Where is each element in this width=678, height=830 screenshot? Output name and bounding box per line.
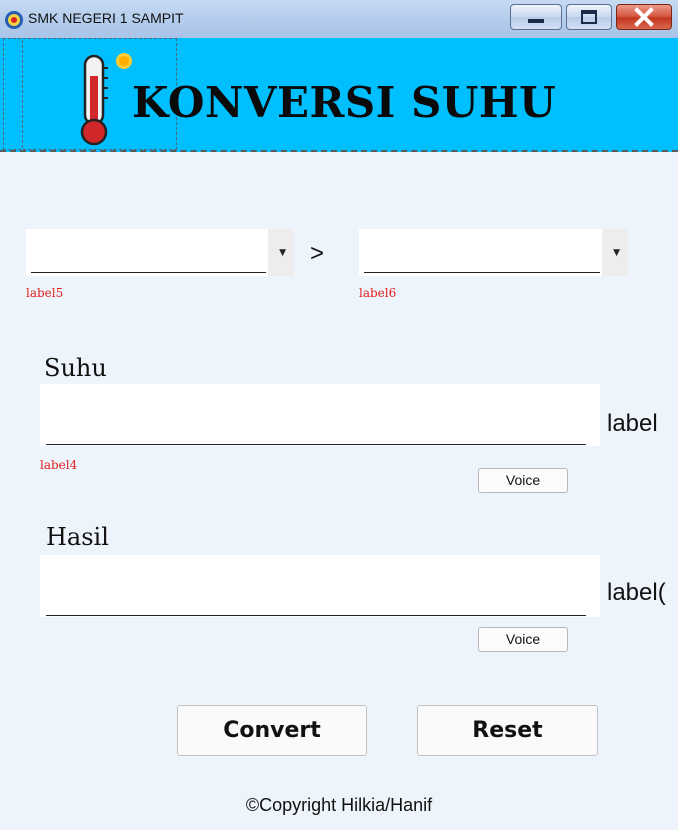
school-logo-icon [5,11,23,29]
from-unit-select[interactable]: ▼ [26,229,294,276]
suhu-voice-button[interactable]: Voice [478,468,568,493]
window-titlebar: SMK NEGERI 1 SAMPIT [0,0,678,39]
maximize-button[interactable] [566,4,612,30]
hasil-output-underline [46,615,586,616]
minimize-button[interactable] [510,4,562,30]
reset-button[interactable]: Reset [417,705,598,756]
from-unit-status-label: label5 [26,286,64,300]
hasil-unit-label: label( [607,579,666,606]
suhu-input-underline [46,444,586,445]
from-unit-dropdown-button[interactable]: ▼ [268,229,294,276]
maximize-icon [581,10,597,24]
to-unit-underline [364,272,600,273]
suhu-status-label: label4 [40,458,78,472]
copyright-text: ©Copyright Hilkia/Hanif [245,795,433,815]
header-banner: KONVERSI SUHU [0,38,678,152]
hasil-label: Hasil [46,523,109,551]
app-title: KONVERSI SUHU [132,78,557,127]
close-button[interactable] [616,4,672,30]
conversion-arrow: > [310,240,325,267]
chevron-down-icon: ▼ [279,248,286,258]
to-unit-status-label: label6 [359,286,397,300]
hasil-output[interactable] [40,555,600,617]
suhu-input[interactable] [40,384,600,446]
to-unit-select[interactable]: ▼ [359,229,628,276]
minimize-icon [528,19,544,23]
suhu-label: Suhu [44,354,107,382]
to-unit-dropdown-button[interactable]: ▼ [602,229,628,276]
close-icon [634,7,654,27]
convert-button[interactable]: Convert [177,705,367,756]
suhu-unit-label: label [607,410,658,437]
window-title: SMK NEGERI 1 SAMPIT [28,10,184,26]
chevron-down-icon: ▼ [613,248,620,258]
hasil-voice-button[interactable]: Voice [478,627,568,652]
from-unit-underline [31,272,266,273]
